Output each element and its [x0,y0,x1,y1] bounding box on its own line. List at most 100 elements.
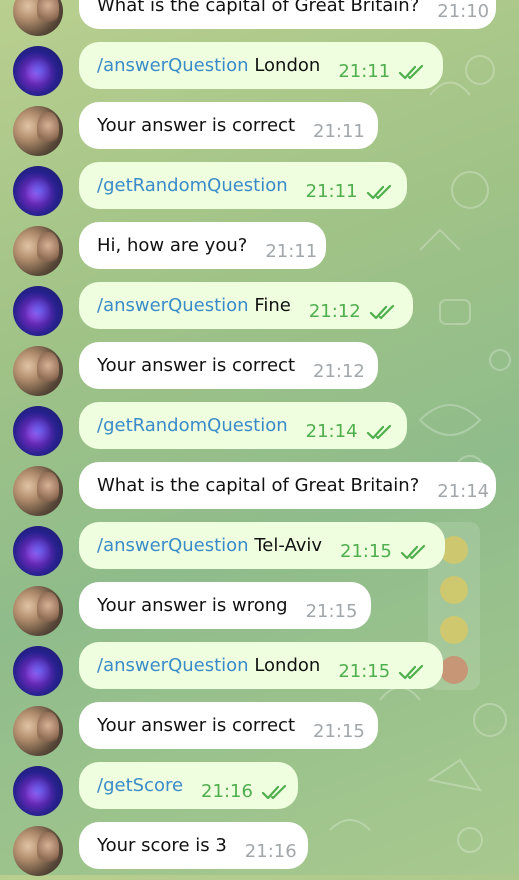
bot-avatar[interactable] [13,526,63,576]
message-time: 21:11 [305,181,358,202]
message-row: /answerQuestion London 21:11 [0,40,519,100]
message-time: 21:11 [313,121,365,142]
message-body: Your answer is correct [97,115,296,136]
bot-avatar[interactable] [13,46,63,96]
outgoing-message-bubble[interactable]: /answerQuestion Tel-Aviv 21:15 [79,522,445,569]
bot-command-link[interactable]: /answerQuestion [97,535,249,556]
message-text: /answerQuestion London [97,55,320,76]
message-row: Your score is 3 21:16 [0,820,519,880]
message-time: 21:15 [340,541,392,562]
message-body: Hi, how are you? [97,235,248,256]
message-row: Your answer is correct 21:15 [0,700,519,760]
message-body: London [254,55,321,76]
bot-command-link[interactable]: /getScore [97,775,183,796]
message-text: /answerQuestion Tel-Aviv [97,535,322,556]
message-row: /answerQuestion Fine 21:12 [0,280,519,340]
double-check-icon [366,424,394,440]
message-time: 21:15 [338,661,391,682]
message-time: 21:16 [244,841,297,862]
incoming-message-bubble[interactable]: Hi, how are you? 21:11 [79,222,326,269]
message-text: Your score is 3 [97,835,227,856]
outgoing-message-bubble[interactable]: /getRandomQuestion 21:14 [79,402,407,449]
message-text: /getScore [97,775,183,796]
message-text: /getRandomQuestion [97,175,288,196]
incoming-message-bubble[interactable]: Your answer is correct 21:12 [79,342,378,389]
bot-command-link[interactable]: /getRandomQuestion [97,175,288,196]
user-avatar[interactable] [13,586,63,636]
user-avatar[interactable] [13,226,63,276]
outgoing-message-bubble[interactable]: /answerQuestion London 21:15 [79,642,443,689]
message-row: /getRandomQuestion 21:14 [0,400,519,460]
message-time: 21:14 [305,421,358,442]
double-check-icon [400,544,428,560]
message-time: 21:15 [305,601,358,622]
message-time: 21:16 [201,781,253,802]
bot-avatar[interactable] [13,166,63,216]
bot-avatar[interactable] [13,286,63,336]
message-body: London [254,655,321,676]
message-text: Your answer is correct [97,115,295,136]
double-check-icon [369,304,397,320]
double-check-icon [398,664,426,680]
message-body: Your answer is wrong [97,595,288,616]
message-row: Hi, how are you? 21:11 [0,220,519,280]
message-time: 21:12 [313,361,365,382]
message-row: /answerQuestion Tel-Aviv 21:15 [0,520,519,580]
double-check-icon [366,184,394,200]
outgoing-message-bubble[interactable]: /getScore 21:16 [79,762,298,809]
incoming-message-bubble[interactable]: What is the capital of Great Britain? 21:… [79,462,496,509]
message-row: /getRandomQuestion 21:11 [0,160,519,220]
message-row: Your answer is wrong 21:15 [0,580,519,640]
message-text: Hi, how are you? [97,235,247,256]
message-text: What is the capital of Great Britain? [97,475,419,496]
message-time: 21:11 [338,61,391,82]
message-time: 21:12 [308,301,361,322]
message-body: What is the capital of Great Britain? [97,0,420,16]
user-avatar[interactable] [13,0,63,36]
message-text: /getRandomQuestion [97,415,288,436]
incoming-message-bubble[interactable]: Your answer is correct 21:11 [79,102,378,149]
message-row: Your answer is correct 21:12 [0,340,519,400]
message-body: Your answer is correct [97,355,296,376]
message-text: Your answer is correct [97,355,295,376]
message-body: Your score is 3 [97,835,227,856]
message-body: What is the capital of Great Britain? [97,475,420,496]
bot-command-link[interactable]: /getRandomQuestion [97,415,288,436]
message-row: What is the capital of Great Britain? 21:… [0,0,519,40]
message-row: /getScore 21:16 [0,760,519,820]
bot-avatar[interactable] [13,766,63,816]
message-text: /answerQuestion London [97,655,320,676]
message-time: 21:14 [437,481,490,502]
message-row: Your answer is correct 21:11 [0,100,519,160]
message-time: 21:10 [437,1,490,22]
bot-command-link[interactable]: /answerQuestion [97,295,249,316]
incoming-message-bubble[interactable]: Your answer is wrong 21:15 [79,582,371,629]
outgoing-message-bubble[interactable]: /getRandomQuestion 21:11 [79,162,407,209]
outgoing-message-bubble[interactable]: /answerQuestion Fine 21:12 [79,282,413,329]
message-body: Fine [254,295,291,316]
incoming-message-bubble[interactable]: What is the capital of Great Britain? 21:… [79,0,496,29]
bot-command-link[interactable]: /answerQuestion [97,655,249,676]
user-avatar[interactable] [13,826,63,876]
bot-avatar[interactable] [13,406,63,456]
message-time: 21:11 [265,241,318,262]
user-avatar[interactable] [13,466,63,516]
message-body: Your answer is correct [97,715,296,736]
message-text: Your answer is correct [97,715,295,736]
incoming-message-bubble[interactable]: Your answer is correct 21:15 [79,702,378,749]
outgoing-message-bubble[interactable]: /answerQuestion London 21:11 [79,42,443,89]
message-row: What is the capital of Great Britain? 21:… [0,460,519,520]
user-avatar[interactable] [13,706,63,756]
double-check-icon [398,64,426,80]
message-text: Your answer is wrong [97,595,288,616]
message-text: /answerQuestion Fine [97,295,291,316]
message-row: /answerQuestion London 21:15 [0,640,519,700]
incoming-message-bubble[interactable]: Your score is 3 21:16 [79,822,308,869]
message-body: Tel-Aviv [254,535,323,556]
user-avatar[interactable] [13,346,63,396]
bot-command-link[interactable]: /answerQuestion [97,55,249,76]
bot-avatar[interactable] [13,646,63,696]
user-avatar[interactable] [13,106,63,156]
message-text: What is the capital of Great Britain? [97,0,419,16]
double-check-icon [261,784,289,800]
